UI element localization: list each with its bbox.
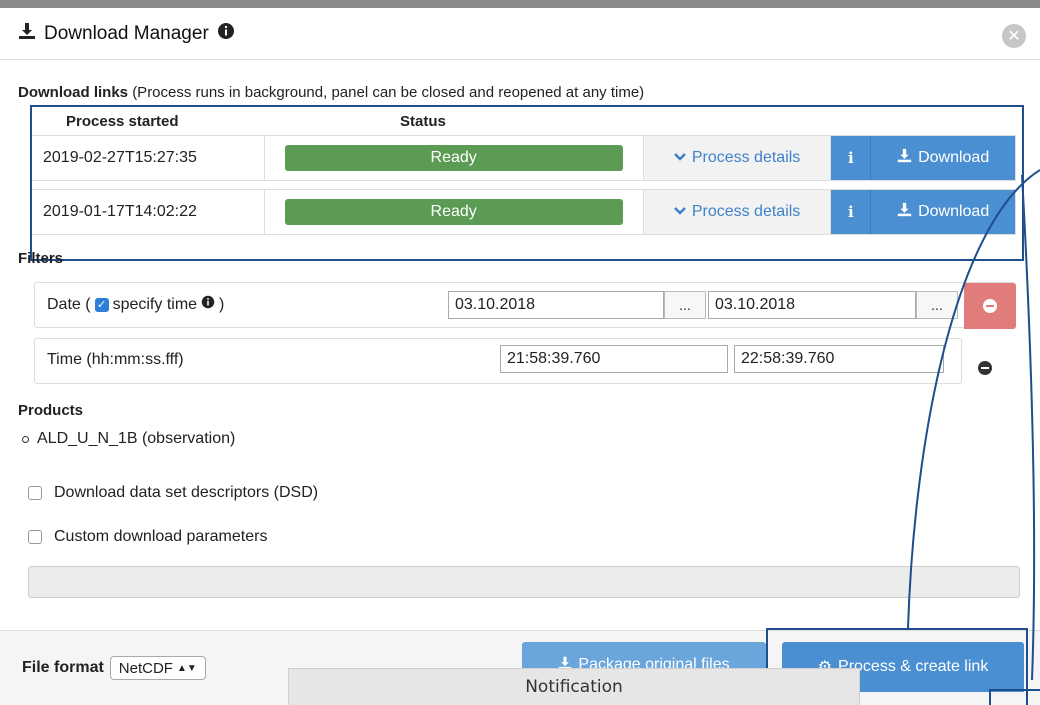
download-links-highlight — [30, 105, 1024, 261]
products-heading: Products — [18, 402, 84, 419]
sort-arrows-icon: ▲▼ — [176, 662, 197, 674]
file-format-select[interactable]: NetCDF ▲▼ — [109, 656, 206, 680]
modal-title: Download Manager — [18, 22, 235, 46]
custom-params-field — [28, 566, 1020, 598]
date-from-picker-button[interactable]: ... — [664, 291, 706, 319]
close-icon[interactable]: ✕ — [1002, 24, 1026, 48]
date-from-input[interactable]: 03.10.2018 — [448, 291, 664, 319]
info-icon[interactable] — [201, 295, 215, 314]
dsd-option[interactable]: Download data set descriptors (DSD) — [28, 484, 318, 502]
time-from-input[interactable]: 21:58:39.760 — [500, 345, 728, 373]
minus-circle-icon — [983, 299, 997, 313]
date-to-input[interactable]: 03.10.2018 — [708, 291, 916, 319]
top-strip — [0, 0, 1040, 8]
remove-date-filter-button[interactable] — [964, 283, 1016, 329]
download-icon — [18, 22, 36, 46]
notification-tab[interactable]: Notification — [288, 668, 860, 705]
filters-heading: Filters — [18, 250, 64, 267]
date-to-picker-button[interactable]: ... — [916, 291, 958, 319]
custom-params-checkbox[interactable] — [28, 530, 42, 544]
list-item: ALD_U_N_1B (observation) — [22, 430, 235, 448]
info-icon[interactable] — [217, 22, 235, 46]
remove-time-filter-icon[interactable] — [978, 361, 992, 375]
dsd-checkbox[interactable] — [28, 486, 42, 500]
custom-params-option[interactable]: Custom download parameters — [28, 528, 267, 546]
specify-time-checkbox[interactable]: ✓ — [94, 297, 109, 312]
modal-title-text: Download Manager — [44, 23, 209, 44]
modal-header: Download Manager ✕ — [0, 8, 1040, 60]
bullet-icon — [22, 435, 29, 443]
file-format-control: File format NetCDF ▲▼ — [22, 656, 206, 680]
time-to-input[interactable]: 22:58:39.760 — [734, 345, 944, 373]
download-links-heading: Download links (Process runs in backgrou… — [18, 84, 645, 101]
